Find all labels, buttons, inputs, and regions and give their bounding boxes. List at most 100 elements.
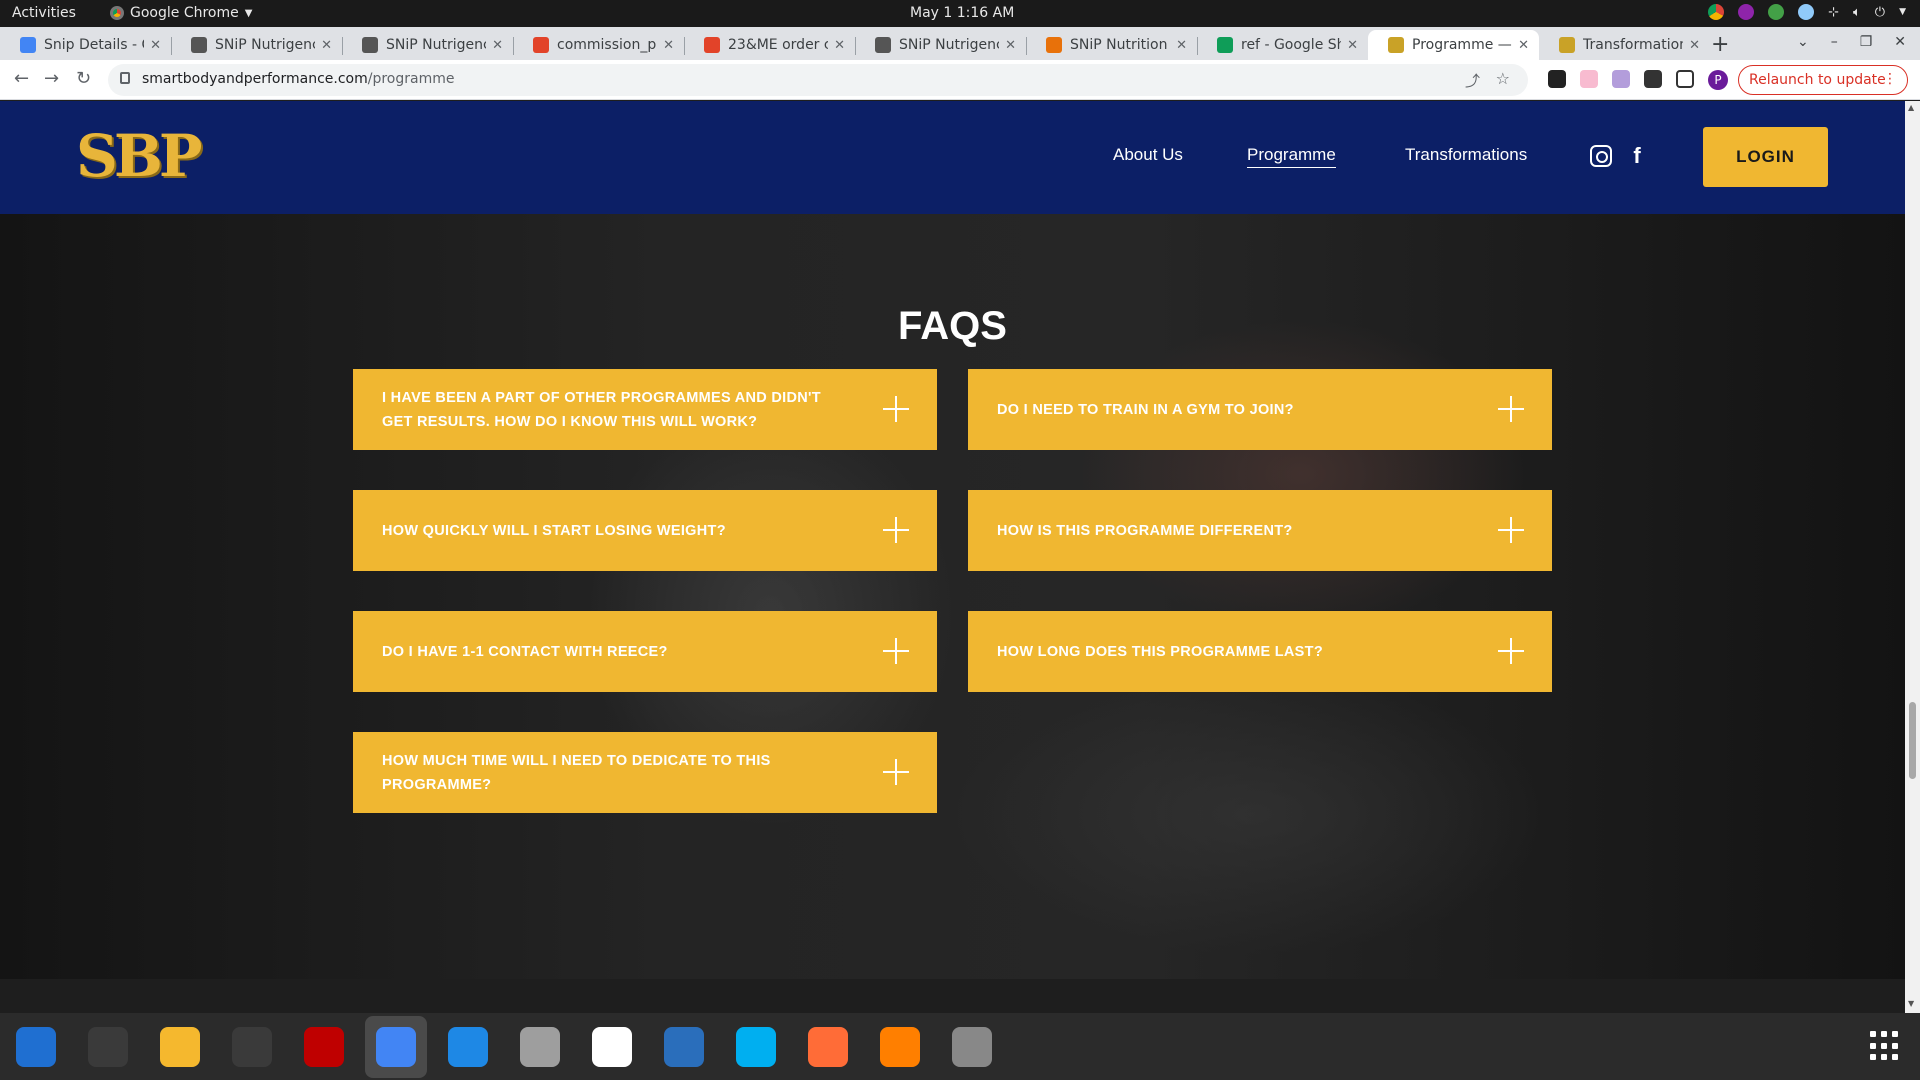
back-icon[interactable]: ← — [14, 68, 29, 89]
lock-icon[interactable] — [120, 72, 130, 84]
relaunch-button[interactable]: Relaunch to update ⋮ — [1738, 65, 1908, 95]
share-icon[interactable]: ⤴ — [1465, 70, 1480, 91]
url-host: smartbodyandperformance.com — [142, 71, 368, 87]
thunderbird-icon[interactable] — [12, 1023, 60, 1071]
tab-close-icon[interactable]: ✕ — [1689, 38, 1700, 53]
url-text[interactable]: smartbodyandperformance.com/programme — [142, 71, 454, 87]
system-monitor-icon[interactable] — [228, 1023, 276, 1071]
vscode-icon[interactable] — [444, 1023, 492, 1071]
faq-item[interactable]: How long does this programme last? — [968, 611, 1552, 692]
postman-icon[interactable] — [804, 1023, 852, 1071]
relaunch-label: Relaunch to update — [1749, 72, 1886, 88]
nav-programme[interactable]: Programme — [1247, 145, 1336, 168]
chevron-down-icon[interactable]: ▼ — [1899, 7, 1906, 17]
tab-3[interactable]: commission_pa ✕ — [513, 30, 684, 60]
eyedropper-extension-icon[interactable] — [1548, 70, 1566, 88]
tab-search-icon[interactable]: ⌄ — [1797, 34, 1809, 50]
updates-tray-icon[interactable] — [1768, 4, 1785, 20]
tab-label: Transformation — [1583, 37, 1684, 53]
facebook-icon[interactable]: f — [1626, 145, 1648, 167]
nav-about-us[interactable]: About Us — [1113, 145, 1183, 165]
volume-icon[interactable]: 🔈︎ — [1853, 5, 1861, 20]
tab-5[interactable]: SNiP Nutrigenc ✕ — [855, 30, 1026, 60]
kebab-menu-icon[interactable]: ⋮ — [1883, 71, 1897, 87]
tab-close-icon[interactable]: ✕ — [1347, 38, 1358, 53]
pen-extension-icon[interactable] — [1612, 70, 1630, 88]
plus-icon[interactable] — [883, 396, 909, 422]
side-panel-icon[interactable] — [1676, 70, 1694, 88]
forward-icon[interactable]: → — [44, 68, 59, 89]
tab-close-icon[interactable]: ✕ — [150, 38, 161, 53]
sbp-logo[interactable]: SBP — [76, 123, 206, 189]
tab-7[interactable]: ref - Google She ✕ — [1197, 30, 1368, 60]
plus-icon[interactable] — [1498, 638, 1524, 664]
page-scrollbar[interactable]: ▲ ▼ — [1905, 101, 1920, 1013]
faq-item[interactable]: How is this programme different? — [968, 490, 1552, 571]
power-icon[interactable]: ⏻ — [1875, 5, 1885, 20]
tab-6[interactable]: SNiP Nutrition ✕ — [1026, 30, 1197, 60]
libreoffice-writer-icon[interactable] — [660, 1023, 708, 1071]
chrome-tray-icon[interactable] — [1708, 4, 1725, 20]
tab-1[interactable]: SNiP Nutrigenc ✕ — [171, 30, 342, 60]
tab-close-icon[interactable]: ✕ — [1518, 38, 1529, 53]
tab-close-icon[interactable]: ✕ — [321, 38, 332, 53]
scroll-up-icon[interactable]: ▲ — [1908, 103, 1914, 112]
terminal-icon[interactable] — [84, 1023, 132, 1071]
tab-4[interactable]: 23&ME order cl ✕ — [684, 30, 855, 60]
clock[interactable]: May 1 1:16 AM — [910, 5, 1014, 21]
filezilla-icon-glyph — [304, 1027, 344, 1067]
hotspot-icon[interactable] — [876, 1023, 924, 1071]
faq-item[interactable]: I have been a part of other programmes a… — [353, 369, 937, 450]
scrollbar-thumb[interactable] — [1909, 702, 1916, 779]
skype-icon[interactable] — [732, 1023, 780, 1071]
sync-tray-icon[interactable] — [1798, 4, 1815, 20]
instagram-icon[interactable] — [1590, 145, 1612, 167]
tab-close-icon[interactable]: ✕ — [663, 38, 674, 53]
plus-icon[interactable] — [883, 517, 909, 543]
faq-item[interactable]: How much time will I need to dedicate to… — [353, 732, 937, 813]
address-bar[interactable]: smartbodyandperformance.com/programme ⤴ … — [108, 64, 1528, 96]
tab-0[interactable]: Snip Details - G ✕ — [0, 30, 171, 60]
tab-9[interactable]: Transformation ✕ — [1539, 30, 1710, 60]
tab-close-icon[interactable]: ✕ — [1176, 38, 1187, 53]
system-tray[interactable]: ⊹ 🔈︎ ⏻ ▼ — [1708, 4, 1906, 20]
faq-item[interactable]: How quickly will I start losing weight? — [353, 490, 937, 571]
login-button[interactable]: LOGIN — [1703, 127, 1828, 187]
reload-icon[interactable]: ↻ — [76, 68, 91, 89]
tab-close-icon[interactable]: ✕ — [1005, 38, 1016, 53]
nav-transformations[interactable]: Transformations — [1405, 145, 1527, 165]
calculator-icon[interactable] — [156, 1023, 204, 1071]
activities-button[interactable]: Activities — [12, 5, 76, 21]
close-icon[interactable]: ✕ — [1894, 34, 1906, 50]
puzzle-extensions-icon[interactable] — [1644, 70, 1662, 88]
ubuntu-dock — [0, 1013, 1920, 1080]
app-menu[interactable]: Google Chrome ▼ — [110, 5, 252, 21]
show-apps-icon[interactable] — [1870, 1031, 1900, 1061]
network-icon[interactable]: ⊹ — [1828, 5, 1839, 20]
plus-icon[interactable] — [883, 638, 909, 664]
scroll-down-icon[interactable]: ▼ — [1908, 999, 1914, 1008]
faq-item[interactable]: Do I need to train in a gym to join? — [968, 369, 1552, 450]
tab-2[interactable]: SNiP Nutrigenc ✕ — [342, 30, 513, 60]
plus-icon[interactable] — [883, 759, 909, 785]
tab-8[interactable]: Programme — ✕ — [1368, 30, 1539, 60]
tab-close-icon[interactable]: ✕ — [834, 38, 845, 53]
minimize-icon[interactable]: – — [1831, 34, 1838, 50]
faq-item[interactable]: Do I have 1-1 contact with Reece? — [353, 611, 937, 692]
extension-tray-icon[interactable] — [1738, 4, 1755, 20]
extension-icon[interactable] — [1580, 70, 1598, 88]
maximize-icon[interactable]: ❐ — [1860, 34, 1873, 50]
new-tab-icon[interactable]: + — [1711, 32, 1729, 57]
plus-icon[interactable] — [1498, 396, 1524, 422]
filezilla-icon[interactable] — [300, 1023, 348, 1071]
tab-close-icon[interactable]: ✕ — [492, 38, 503, 53]
bookmark-star-icon[interactable]: ☆ — [1496, 69, 1510, 88]
files-icon[interactable] — [516, 1023, 564, 1071]
plus-icon[interactable] — [1498, 517, 1524, 543]
text-editor-icon[interactable] — [588, 1023, 636, 1071]
faq-question: I have been a part of other programmes a… — [382, 389, 821, 430]
profile-avatar[interactable]: P — [1708, 70, 1728, 90]
site-header: SBP About Us Programme Transformations f… — [0, 101, 1905, 214]
disks-icon[interactable] — [948, 1023, 996, 1071]
chrome-icon[interactable] — [365, 1016, 427, 1078]
